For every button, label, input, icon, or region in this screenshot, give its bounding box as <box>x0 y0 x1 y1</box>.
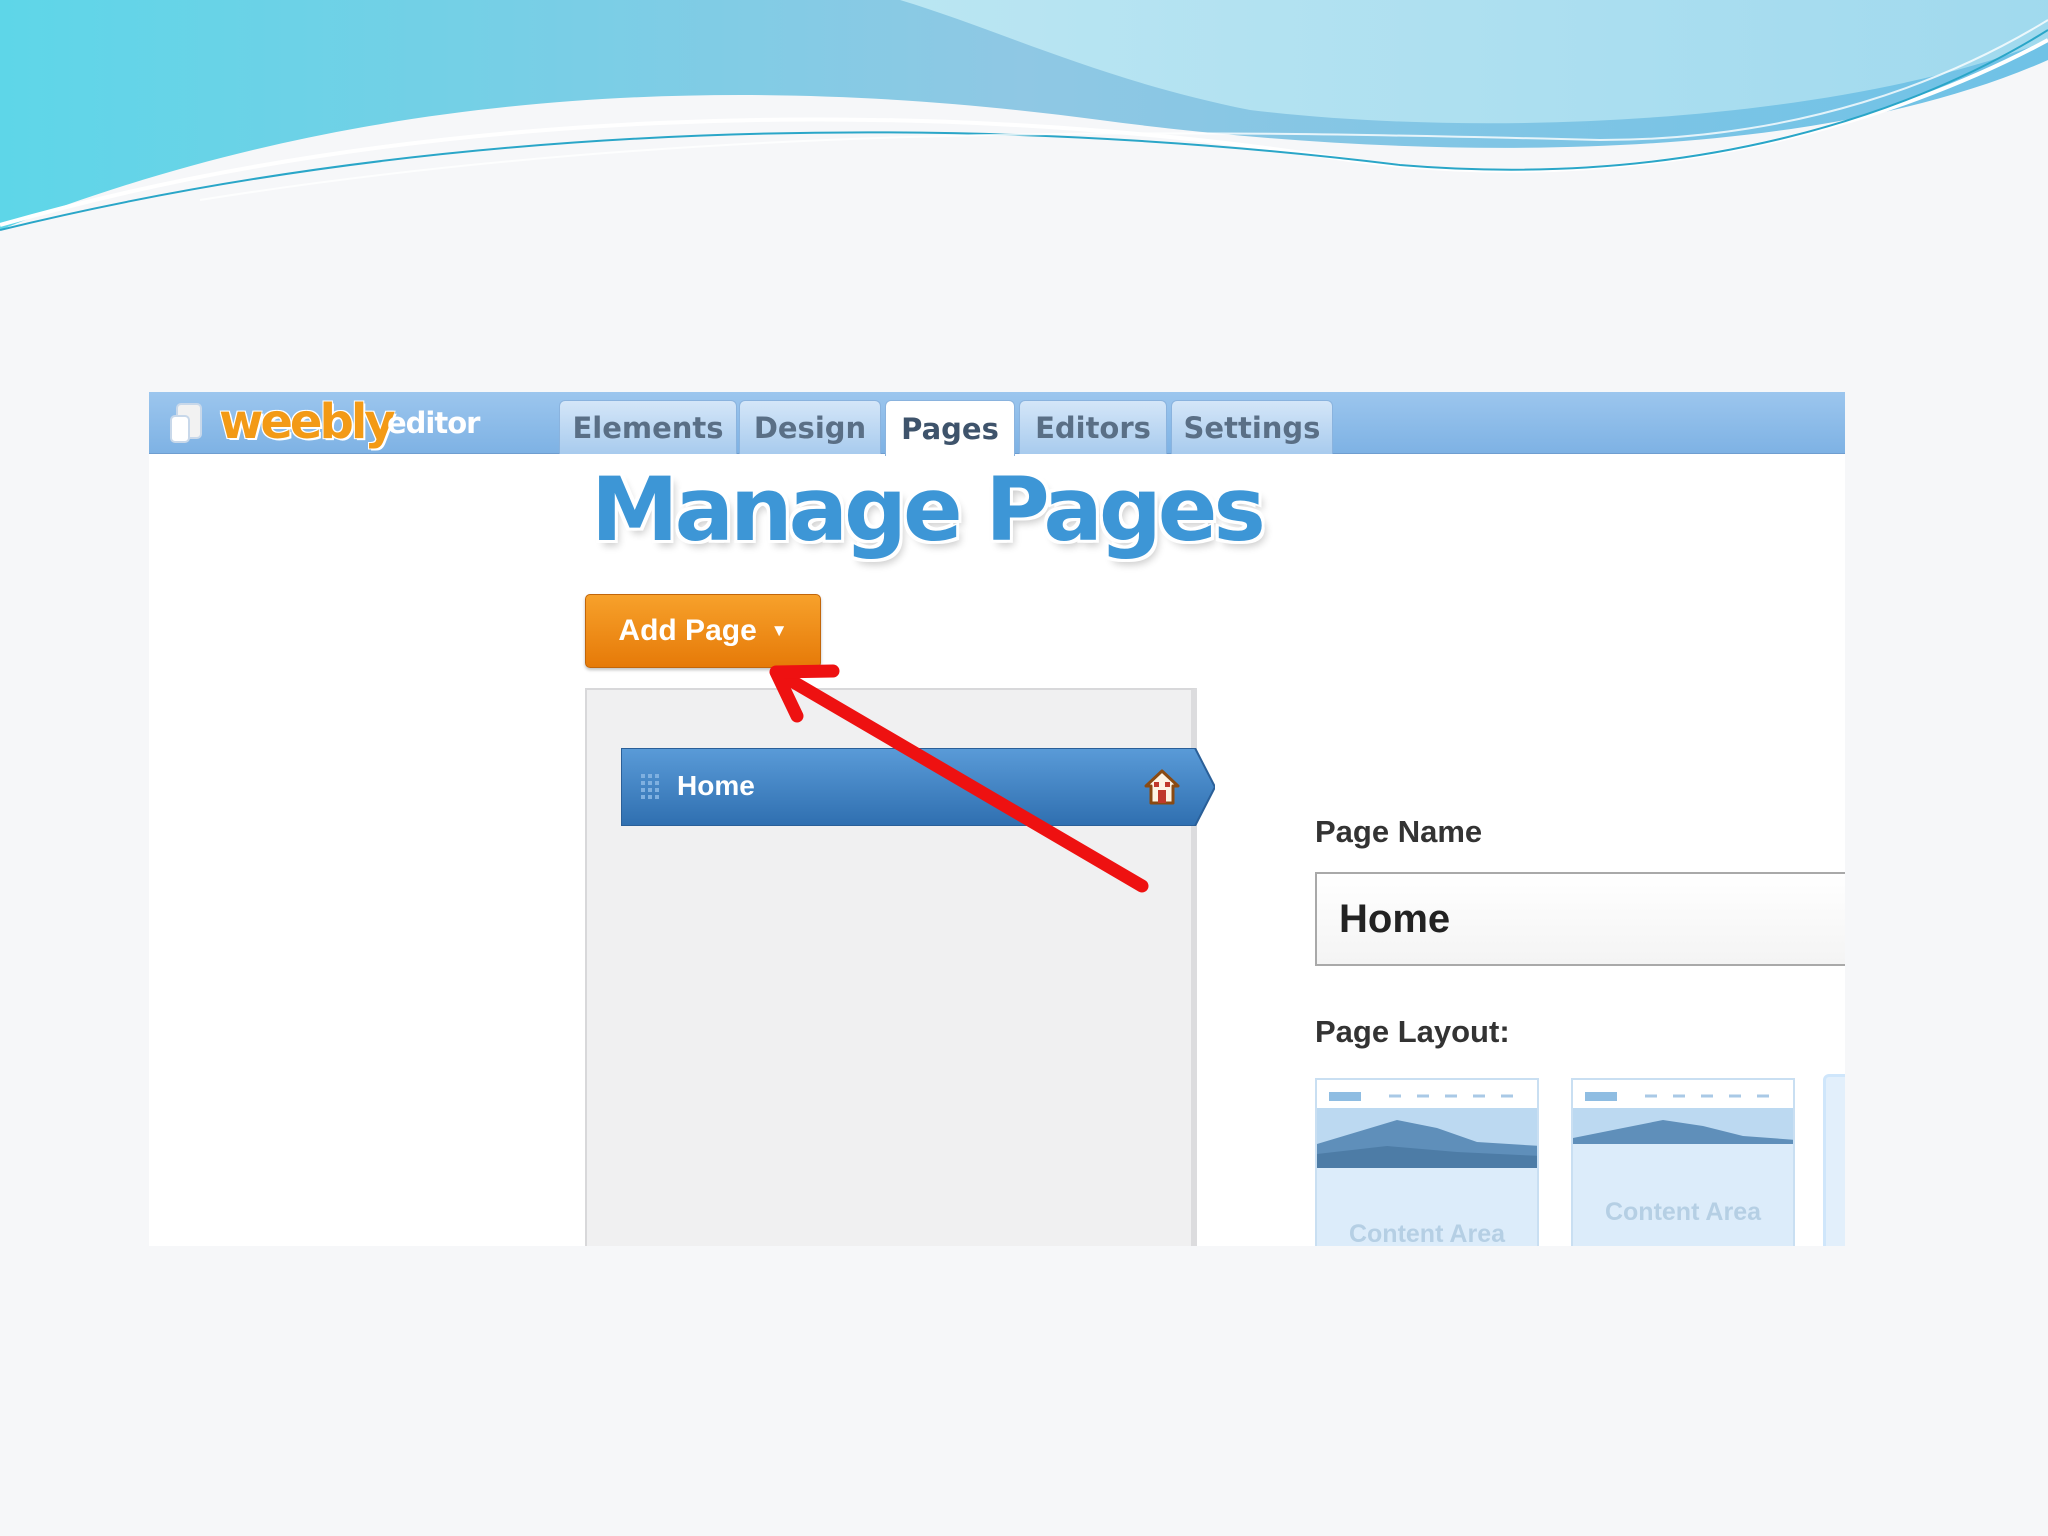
page-list-item-home[interactable]: Home <box>621 748 1215 826</box>
logo-wordmark: weebly <box>219 394 396 450</box>
tab-elements[interactable]: Elements <box>559 400 737 454</box>
weebly-logo-icon <box>170 403 202 443</box>
layout-option-1[interactable]: Content Area <box>1315 1078 1539 1246</box>
layout-option-label: Content Area <box>1604 1198 1762 1226</box>
slide-wave-decoration <box>0 0 2048 231</box>
caret-down-icon: ▼ <box>770 621 788 640</box>
page-item-label: Home <box>677 770 755 801</box>
tab-editors[interactable]: Editors <box>1019 400 1167 454</box>
page-title: Manage Pages <box>591 458 1266 561</box>
page-layout-label: Page Layout: <box>1315 1014 1510 1049</box>
home-icon <box>1144 769 1180 805</box>
add-page-label: Add Page <box>618 614 757 647</box>
page-name-label: Page Name <box>1315 814 1483 849</box>
layout-option-3-partial[interactable] <box>1823 1074 1845 1246</box>
drag-handle-icon[interactable] <box>639 772 661 802</box>
weebly-editor-screenshot: weebly editor Elements Design Pages Edit… <box>149 392 1845 1246</box>
add-page-button[interactable]: Add Page ▼ <box>585 594 821 668</box>
logo-suffix: editor <box>387 406 480 440</box>
page-name-input[interactable] <box>1315 872 1845 966</box>
editor-top-bar: weebly editor Elements Design Pages Edit… <box>149 392 1845 456</box>
tab-design[interactable]: Design <box>739 400 881 454</box>
layout-option-label: Content Area <box>1348 1220 1506 1246</box>
layout-option-2[interactable]: Content Area <box>1571 1078 1795 1246</box>
tab-pages[interactable]: Pages <box>885 400 1015 456</box>
tab-settings[interactable]: Settings <box>1171 400 1333 454</box>
